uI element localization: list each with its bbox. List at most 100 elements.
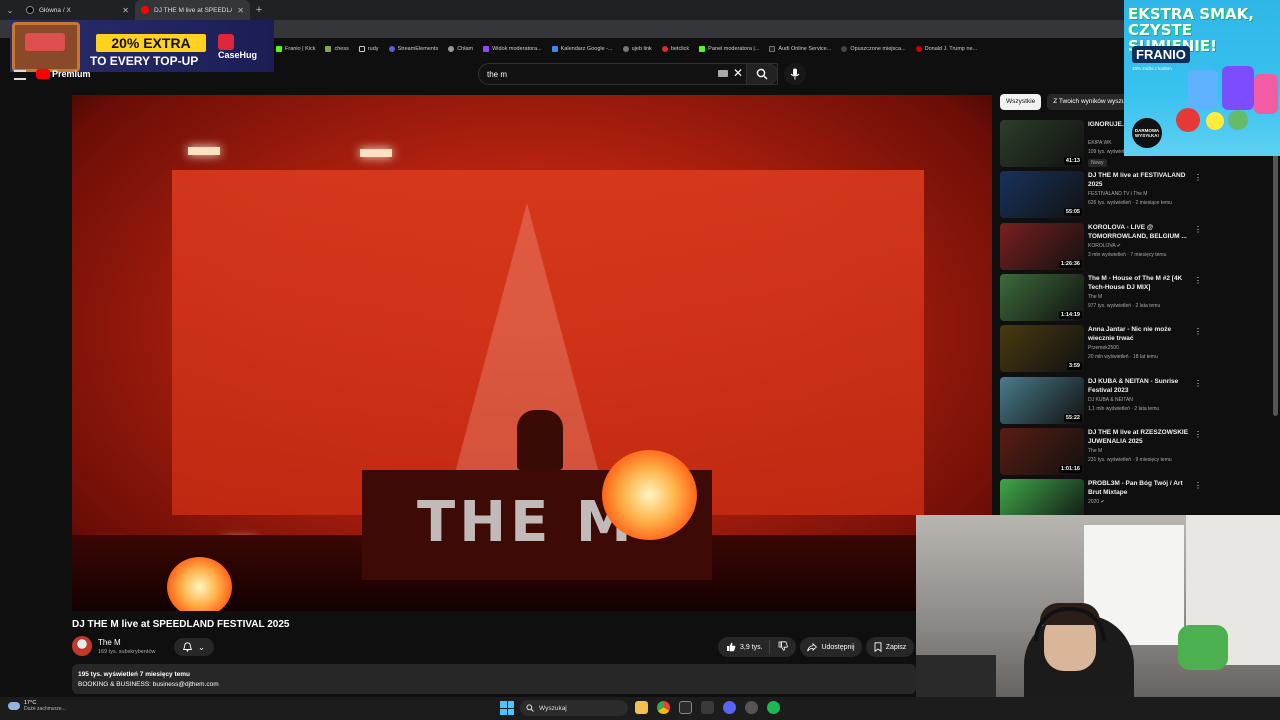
share-button[interactable]: Udostępnij: [800, 637, 862, 657]
video-player[interactable]: THE M: [72, 95, 992, 611]
recommendation-title[interactable]: Anna Jantar - Nic nie może wiecznie trwa…: [1088, 325, 1192, 343]
weather-widget[interactable]: 17°C Duże zachmurze...: [8, 700, 66, 712]
recommendation-item[interactable]: 1:01:16 DJ THE M live at RZESZOWSKIE JUWE…: [1000, 427, 1202, 476]
voice-search-button[interactable]: [784, 63, 806, 85]
browser-tab-youtube[interactable]: DJ THE M live at SPEEDLAND F... ✕: [135, 0, 250, 20]
video-thumbnail[interactable]: 1:26:36: [1000, 222, 1084, 270]
more-options-icon[interactable]: ⋮: [1194, 173, 1202, 182]
clear-search-icon[interactable]: ✕: [733, 66, 743, 80]
kick-icon: [699, 46, 706, 52]
start-button[interactable]: [500, 701, 514, 715]
bookmark-item[interactable]: Donald J. Trump ne...: [915, 46, 977, 52]
ad-line-2: TO EVERY TOP-UP: [90, 54, 199, 68]
channel-name[interactable]: The M: [98, 638, 121, 647]
taskbar-search[interactable]: Wyszukaj: [520, 700, 628, 716]
brand-label: CaseHug: [218, 50, 258, 60]
video-thumbnail[interactable]: 55:22: [1000, 376, 1084, 424]
bookmark-item[interactable]: betclick: [661, 46, 689, 52]
more-options-icon[interactable]: ⋮: [1194, 327, 1202, 336]
recommendation-item[interactable]: 1:14:19 The M - House of The M #2 [4K Tec…: [1000, 273, 1202, 322]
channel-avatar[interactable]: [72, 636, 92, 656]
recommendation-item[interactable]: 55:22 DJ KUBA & NEITAN - Sunrise Festival…: [1000, 376, 1202, 425]
tab-list-chevron-icon[interactable]: ⌄: [0, 6, 20, 15]
discord-icon[interactable]: [723, 701, 736, 714]
recommendation-title[interactable]: KOROLOVA - LIVE @ TOMORROWLAND, BELGIUM …: [1088, 223, 1192, 241]
more-options-icon[interactable]: ⋮: [1194, 379, 1202, 388]
recommendation-channel[interactable]: KOROLOVA ✔: [1088, 243, 1121, 249]
recommendation-channel[interactable]: DJ KUBA & NEITAN: [1088, 397, 1133, 403]
bookmark-item[interactable]: Opuszczone miejsca...: [841, 46, 906, 52]
close-tab-icon[interactable]: ✕: [122, 6, 129, 15]
recommendation-channel[interactable]: Przemek2500: [1088, 345, 1119, 351]
video-duration: 1:14:19: [1059, 310, 1082, 319]
video-description[interactable]: 195 tys. wyświetleń 7 miesięcy temu BOOK…: [72, 664, 916, 694]
recommendation-channel[interactable]: The M: [1088, 448, 1102, 454]
franio-ad-banner[interactable]: EKSTRA SMAK, CZYSTE SUMIENIE! FRANIO 10%…: [1124, 0, 1280, 156]
hamburger-menu-icon[interactable]: [14, 70, 26, 80]
keyboard-icon[interactable]: [718, 70, 728, 77]
app-icon[interactable]: [679, 701, 692, 714]
recommendation-title[interactable]: PROBL3M - Pan Bóg Twój / Art Brut Mixtap…: [1088, 479, 1192, 497]
dislike-button[interactable]: [770, 641, 796, 653]
chevron-down-icon: ⌄: [198, 642, 205, 652]
video-thumbnail[interactable]: 3:59: [1000, 325, 1084, 373]
recommendation-title[interactable]: DJ KUBA & NEITAN - Sunrise Festival 2023: [1088, 377, 1192, 395]
chrome-icon[interactable]: [657, 701, 670, 714]
notifications-button[interactable]: ⌄: [174, 638, 214, 656]
youtube-premium-logo[interactable]: Premium: [36, 69, 91, 79]
recommendation-title[interactable]: DJ THE M live at FESTIVALAND 2025: [1088, 171, 1192, 189]
chip-all[interactable]: Wszystkie: [1000, 94, 1042, 110]
like-button[interactable]: 3,9 tys.: [718, 640, 770, 654]
recommendation-channel[interactable]: EKIPA WK: [1088, 140, 1112, 146]
new-tab-button[interactable]: +: [250, 4, 268, 16]
bookmark-item[interactable]: Panel moderatora |...: [699, 46, 759, 52]
video-thumbnail[interactable]: 41:13: [1000, 120, 1084, 167]
bookmark-item[interactable]: chess: [325, 46, 349, 52]
description-text: BOOKING & BUSINESS: business@djthem.com: [78, 681, 219, 688]
file-explorer-icon[interactable]: [635, 701, 648, 714]
dj-silhouette: [517, 410, 563, 470]
ad-subtext: 10% zniżki z kodem: [1132, 66, 1172, 71]
bookmark-item[interactable]: ujeb link: [622, 46, 652, 52]
video-thumbnail[interactable]: 55:05: [1000, 171, 1084, 219]
recommendation-item[interactable]: 1:26:36 KOROLOVA - LIVE @ TOMORROWLAND, B…: [1000, 222, 1202, 271]
app-icon[interactable]: [701, 701, 714, 714]
more-options-icon[interactable]: ⋮: [1194, 225, 1202, 234]
bookmark-label: Opuszczone miejsca...: [850, 46, 906, 52]
recommendation-channel[interactable]: The M: [1088, 294, 1102, 300]
bookmark-item[interactable]: StreamElements: [388, 46, 438, 52]
settings-icon[interactable]: [745, 701, 758, 714]
youtube-logo-icon: [36, 69, 50, 79]
save-button[interactable]: Zapisz: [866, 637, 914, 657]
video-duration: 41:13: [1063, 157, 1082, 165]
more-options-icon[interactable]: ⋮: [1194, 481, 1202, 490]
recommendation-item[interactable]: 3:59 Anna Jantar - Nic nie może wiecznie …: [1000, 325, 1202, 373]
recommendation-title[interactable]: DJ THE M live at RZESZOWSKIE JUWENALIA 2…: [1088, 428, 1192, 446]
like-count: 3,9 tys.: [740, 643, 763, 651]
more-options-icon[interactable]: ⋮: [1194, 276, 1202, 285]
video-title: DJ THE M live at SPEEDLAND FESTIVAL 2025: [72, 619, 290, 630]
video-thumbnail[interactable]: 1:01:16: [1000, 427, 1084, 475]
like-dislike-group: 3,9 tys.: [718, 637, 796, 657]
casehug-ad-banner[interactable]: 20% EXTRA TO EVERY TOP-UP CaseHug: [10, 20, 274, 72]
bookmark-item[interactable]: rudy: [358, 46, 379, 52]
bookmark-item[interactable]: Franio | Kick: [276, 46, 315, 52]
more-options-icon[interactable]: ⋮: [1194, 430, 1202, 439]
recommendation-item[interactable]: 55:05 DJ THE M live at FESTIVALAND 2025 FE…: [1000, 171, 1202, 219]
search-button[interactable]: [746, 63, 778, 85]
video-thumbnail[interactable]: 1:14:19: [1000, 273, 1084, 321]
close-tab-icon[interactable]: ✕: [237, 6, 244, 15]
recommendation-title[interactable]: The M - House of The M #2 [4K Tech-House…: [1088, 274, 1192, 292]
browser-tab-x[interactable]: Główna / X ✕: [20, 0, 135, 20]
casehug-brand: CaseHug: [218, 34, 274, 60]
bookmark-item[interactable]: Widok moderatora...: [483, 46, 542, 52]
recommendation-channel[interactable]: 2020 ✔: [1088, 499, 1105, 505]
recommendation-meta: 231 tys. wyświetleń · 9 miesięcy temu: [1088, 456, 1172, 463]
recommendation-channel[interactable]: FESTIVALAND TV i The M: [1088, 191, 1147, 197]
calendar-icon: [551, 46, 558, 52]
bookmark-item[interactable]: Kalendarz Google -...: [551, 46, 613, 52]
bookmark-item[interactable]: Chłam: [448, 46, 473, 52]
bookmark-item[interactable]: Audi Online Service...: [769, 46, 831, 52]
spotify-icon[interactable]: [767, 701, 780, 714]
bookmark-label: Audi Online Service...: [778, 46, 832, 52]
